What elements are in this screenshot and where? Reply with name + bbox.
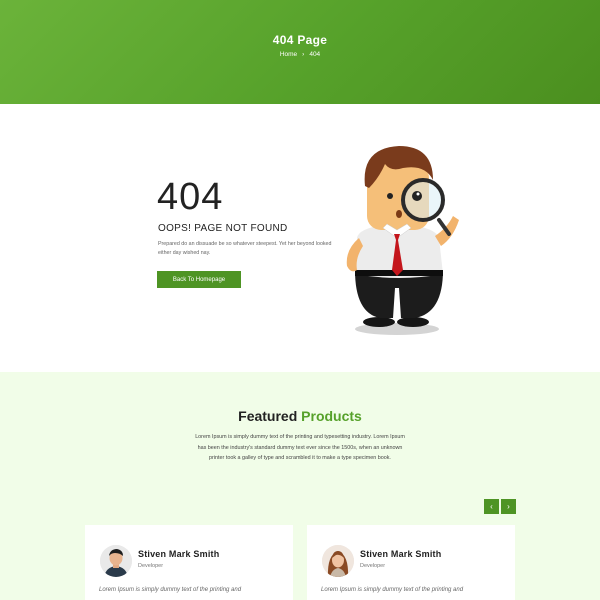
back-to-homepage-button[interactable]: Back To Homepage xyxy=(157,271,241,288)
breadcrumb-separator-icon: › xyxy=(302,51,305,58)
detective-character-illustration xyxy=(346,146,459,335)
carousel-prev-button[interactable]: ‹ xyxy=(484,499,499,514)
testimonial-card: Stiven Mark Smith Developer Lorem Ipsum … xyxy=(307,525,515,600)
error-description: Prepared do an dissuade be so whatever s… xyxy=(158,241,332,256)
featured-products-section: Featured Products Lorem Ipsum is simply … xyxy=(0,372,600,600)
page-header-banner: 404 Page Home › 404 xyxy=(0,0,600,104)
error-heading: OOPS! PAGE NOT FOUND xyxy=(158,223,288,234)
testimonial-card: Stiven Mark Smith Developer Lorem Ipsum … xyxy=(85,525,293,600)
featured-title-plain: Featured xyxy=(238,408,298,424)
error-code: 404 xyxy=(157,176,224,218)
featured-title-accent: Products xyxy=(301,408,362,424)
card-text: Lorem Ipsum is simply dummy text of the … xyxy=(99,587,242,593)
breadcrumb-current: 404 xyxy=(309,51,321,58)
card-role: Developer xyxy=(138,563,164,569)
breadcrumb: Home › 404 xyxy=(0,51,600,58)
breadcrumb-home-link[interactable]: Home xyxy=(280,51,297,58)
female-avatar-icon xyxy=(322,545,354,577)
error-section: 404 OOPS! PAGE NOT FOUND Prepared do an … xyxy=(0,104,600,372)
magnifying-glass-icon xyxy=(401,178,445,222)
male-avatar-icon xyxy=(100,545,132,577)
chevron-left-icon: ‹ xyxy=(490,502,493,511)
featured-description: Lorem Ipsum is simply dummy text of the … xyxy=(195,434,405,462)
featured-title: Featured Products xyxy=(0,408,600,424)
page-title: 404 Page xyxy=(272,33,328,47)
card-role: Developer xyxy=(360,563,386,569)
card-name: Stiven Mark Smith xyxy=(360,549,442,559)
carousel-next-button[interactable]: › xyxy=(501,499,516,514)
avatar xyxy=(322,545,354,577)
avatar xyxy=(100,545,132,577)
chevron-right-icon: › xyxy=(507,502,510,511)
card-name: Stiven Mark Smith xyxy=(138,549,220,559)
card-text: Lorem Ipsum is simply dummy text of the … xyxy=(321,587,464,593)
